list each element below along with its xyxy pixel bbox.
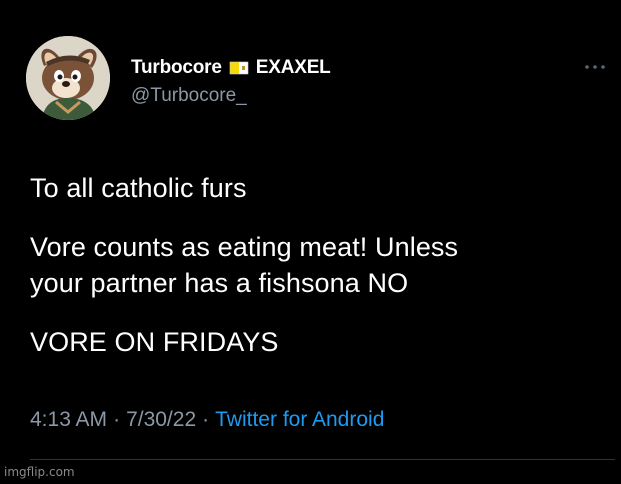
- tweet-text-line: To all catholic furs: [30, 173, 247, 203]
- author-name-row: Turbocore EXAXEL: [131, 55, 331, 81]
- display-name-suffix[interactable]: EXAXEL: [256, 57, 331, 79]
- ellipsis-icon[interactable]: [582, 60, 608, 72]
- meta-separator: ·: [202, 408, 210, 431]
- tweet-date[interactable]: 7/30/22: [126, 408, 196, 432]
- meta-separator: ·: [113, 408, 121, 431]
- tweet-text-line: Vore counts as eating meat! Unless: [30, 232, 459, 262]
- vatican-flag-icon: [229, 60, 249, 76]
- user-handle[interactable]: @Turbocore_: [131, 85, 331, 107]
- tweet-card: Turbocore EXAXEL @Turbocore_ To all cath…: [0, 0, 621, 484]
- avatar[interactable]: [26, 36, 110, 120]
- tweet-text-line: VORE ON FRIDAYS: [30, 327, 279, 357]
- watermark: imgflip.com: [4, 465, 75, 479]
- tweet-meta: 4:13 AM · 7/30/22 · Twitter for Android: [30, 408, 384, 432]
- avatar-image: [26, 36, 110, 120]
- tweet-source-link[interactable]: Twitter for Android: [215, 408, 384, 432]
- tweet-text-line: your partner has a fishsona NO: [30, 268, 409, 298]
- divider: [30, 459, 615, 460]
- display-name[interactable]: Turbocore: [131, 57, 222, 79]
- tweet-time[interactable]: 4:13 AM: [30, 408, 107, 432]
- author-block: Turbocore EXAXEL @Turbocore_: [131, 55, 331, 107]
